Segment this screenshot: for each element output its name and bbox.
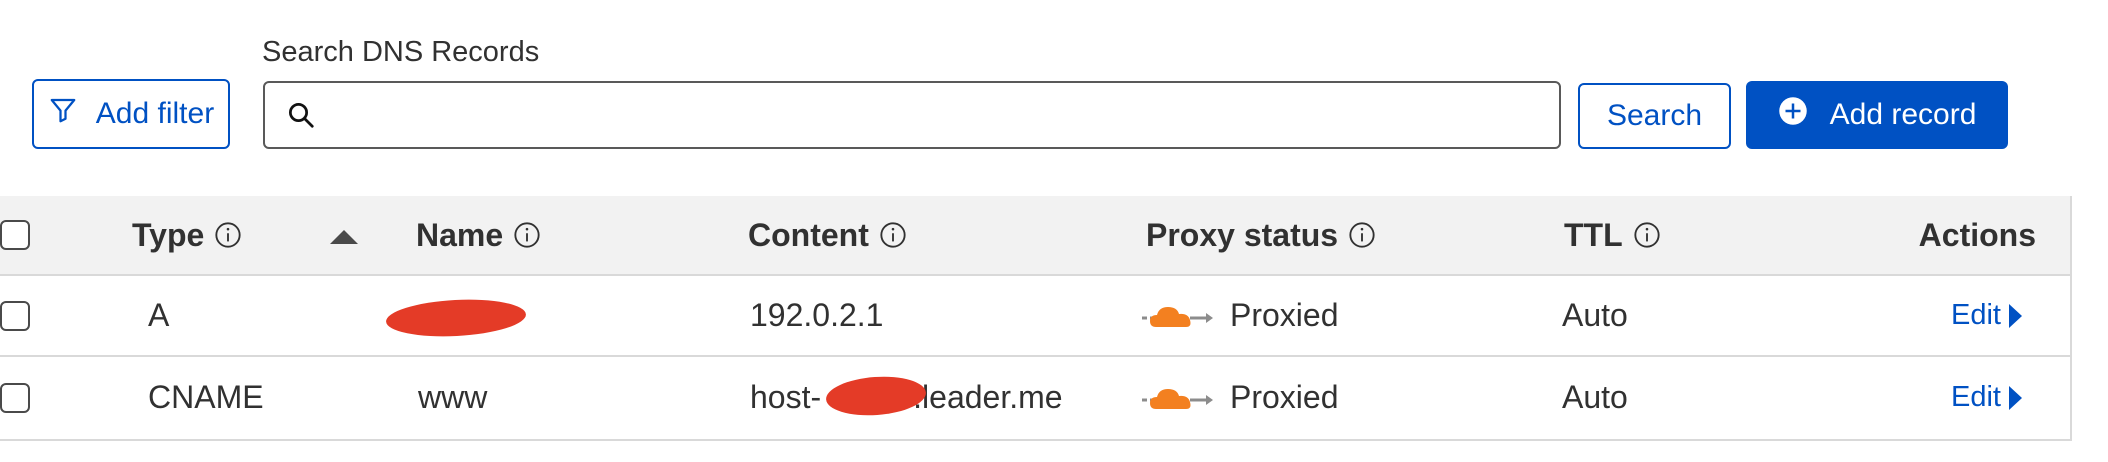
record-ttl: Auto xyxy=(1562,297,1628,333)
search-field[interactable] xyxy=(263,81,1561,149)
add-filter-label: Add filter xyxy=(95,97,215,130)
record-content-suffix: .leader.me xyxy=(913,379,1063,415)
record-type: CNAME xyxy=(148,379,264,415)
record-type: A xyxy=(148,297,170,333)
column-header-type-label: Type xyxy=(132,216,205,253)
row-checkbox[interactable] xyxy=(0,382,30,413)
filter-icon xyxy=(48,95,78,133)
column-header-type[interactable]: Type xyxy=(132,196,242,274)
column-header-content-label: Content xyxy=(748,216,869,253)
proxy-status-label: Proxied xyxy=(1230,297,1339,333)
table-row: CNAME www host- .leader.me Proxied Auto … xyxy=(0,357,2070,438)
row-select-cell xyxy=(0,357,30,438)
proxy-status-cell: Proxied xyxy=(1140,357,1339,438)
table-row: A 192.0.2.1 Proxied Auto Edit xyxy=(0,276,2070,357)
info-icon[interactable] xyxy=(1348,221,1376,249)
column-header-content[interactable]: Content xyxy=(748,196,907,274)
edit-label: Edit xyxy=(1951,381,2001,413)
search-button[interactable]: Search xyxy=(1578,83,1731,149)
column-header-ttl[interactable]: TTL xyxy=(1564,196,1661,274)
select-all-cell xyxy=(0,196,30,274)
select-all-checkbox[interactable] xyxy=(0,220,30,250)
edit-label: Edit xyxy=(1951,299,2001,331)
search-input[interactable] xyxy=(319,83,1559,147)
add-record-label: Add record xyxy=(1829,98,1977,131)
caret-right-icon xyxy=(2009,303,2022,328)
table-header: Type Name Content Proxy status TTL Actio… xyxy=(0,196,2070,276)
search-label: Search DNS Records xyxy=(262,36,540,68)
edit-link[interactable]: Edit xyxy=(1951,381,2022,414)
caret-right-icon xyxy=(2009,385,2022,410)
add-record-button[interactable]: Add record xyxy=(1746,81,2008,149)
info-icon[interactable] xyxy=(214,221,242,249)
column-header-ttl-label: TTL xyxy=(1564,216,1623,253)
sort-ascending-icon[interactable] xyxy=(330,230,358,244)
redaction-mark xyxy=(385,296,527,340)
column-header-name-label: Name xyxy=(416,216,504,253)
dns-records-table: Type Name Content Proxy status TTL Actio… xyxy=(0,196,2072,441)
edit-cell: Edit xyxy=(1951,357,2022,438)
record-name: www xyxy=(418,379,488,415)
edit-link[interactable]: Edit xyxy=(1951,299,2022,332)
column-header-name[interactable]: Name xyxy=(416,196,541,274)
column-header-actions-label: Actions xyxy=(1918,216,2036,253)
plus-circle-icon xyxy=(1778,96,1808,134)
column-header-proxy-status-label: Proxy status xyxy=(1146,216,1339,253)
cloud-proxied-icon xyxy=(1140,381,1214,415)
row-checkbox[interactable] xyxy=(0,300,30,331)
info-icon[interactable] xyxy=(513,221,541,249)
record-content-prefix: host- xyxy=(750,379,822,415)
info-icon[interactable] xyxy=(879,221,907,249)
proxy-status-label: Proxied xyxy=(1230,379,1339,415)
info-icon[interactable] xyxy=(1633,221,1661,249)
proxy-status-cell: Proxied xyxy=(1140,276,1339,355)
row-select-cell xyxy=(0,276,30,355)
record-ttl: Auto xyxy=(1562,379,1628,415)
cloud-proxied-icon xyxy=(1140,299,1214,333)
column-header-actions: Actions xyxy=(1919,196,2036,274)
search-icon xyxy=(283,97,319,133)
edit-cell: Edit xyxy=(1951,276,2022,355)
add-filter-button[interactable]: Add filter xyxy=(32,79,230,149)
column-header-proxy-status[interactable]: Proxy status xyxy=(1146,196,1376,274)
record-content: 192.0.2.1 xyxy=(750,297,884,333)
